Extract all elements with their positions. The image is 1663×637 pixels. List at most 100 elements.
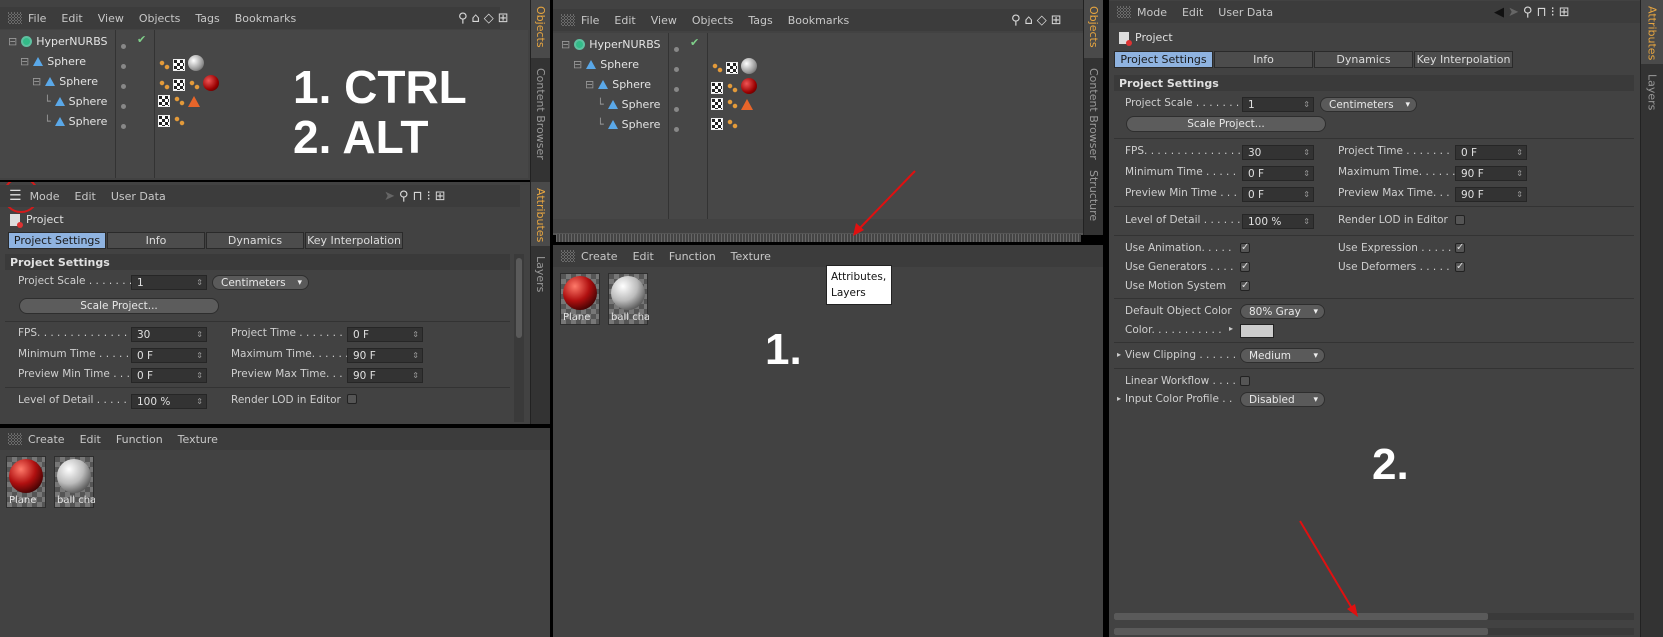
- menu-function[interactable]: Function: [116, 433, 163, 446]
- texture-tag-icon[interactable]: [726, 62, 738, 74]
- menu-edit[interactable]: Edit: [614, 14, 635, 27]
- fps-field[interactable]: 30: [131, 327, 207, 342]
- material-swatch[interactable]: ball cha: [54, 456, 95, 508]
- cone-tag-icon[interactable]: [741, 99, 753, 110]
- tab-content-browser[interactable]: Content Browser: [531, 62, 550, 162]
- settings-icon[interactable]: ⁝: [427, 189, 431, 204]
- menu-texture[interactable]: Texture: [178, 433, 218, 446]
- preview-max-field[interactable]: 90 F: [1455, 187, 1527, 202]
- new-window-icon[interactable]: ⊞: [498, 11, 509, 26]
- menu-function[interactable]: Function: [669, 250, 716, 263]
- min-time-field[interactable]: 0 F: [1242, 166, 1314, 181]
- material-tag-icon[interactable]: [741, 58, 757, 74]
- project-scale-field[interactable]: 1: [1242, 97, 1314, 112]
- phong-tag-icon[interactable]: [726, 82, 738, 94]
- menu-objects[interactable]: Objects: [139, 12, 181, 25]
- object-row[interactable]: └ Sphere: [553, 95, 1083, 114]
- tab-layers[interactable]: Layers: [531, 250, 550, 300]
- project-time-field[interactable]: 0 F: [1455, 145, 1527, 160]
- use-generators-checkbox[interactable]: ✓: [1240, 262, 1250, 272]
- object-row[interactable]: ⊟ Sphere: [553, 75, 1083, 94]
- menu-objects[interactable]: Objects: [692, 14, 734, 27]
- grip-icon[interactable]: [8, 12, 22, 24]
- menu-user-data[interactable]: User Data: [1218, 6, 1273, 19]
- material-tag-icon[interactable]: [203, 75, 219, 91]
- project-time-field[interactable]: 0 F: [347, 327, 423, 342]
- tab-key-interpolation[interactable]: Key Interpolation: [1414, 51, 1513, 68]
- texture-tag-icon[interactable]: [711, 82, 723, 94]
- search-icon[interactable]: ⚲: [458, 11, 468, 26]
- menu-tags[interactable]: Tags: [748, 14, 772, 27]
- project-scale-unit-dropdown[interactable]: Centimeters: [212, 275, 309, 290]
- new-window-icon[interactable]: ⊞: [435, 189, 446, 204]
- search-icon[interactable]: ⚲: [1011, 13, 1021, 28]
- phong-tag-icon[interactable]: [173, 95, 185, 107]
- tab-dynamics[interactable]: Dynamics: [1314, 51, 1413, 68]
- forward-arrow-icon[interactable]: ➤: [1508, 5, 1519, 20]
- view-clipping-dropdown[interactable]: Medium: [1240, 348, 1325, 363]
- material-tag-icon[interactable]: [188, 55, 204, 71]
- menu-bookmarks[interactable]: Bookmarks: [235, 12, 296, 25]
- phong-tag-icon[interactable]: [188, 79, 200, 91]
- home-icon[interactable]: ⌂: [472, 11, 480, 26]
- view-clipping-expand-icon[interactable]: ▸: [1117, 350, 1121, 359]
- search-icon[interactable]: ⚲: [1523, 5, 1533, 20]
- menu-view[interactable]: View: [651, 14, 677, 27]
- back-arrow-icon[interactable]: ➤: [384, 189, 395, 204]
- tab-key-interpolation[interactable]: Key Interpolation: [305, 232, 403, 249]
- texture-tag-icon[interactable]: [173, 79, 185, 91]
- min-time-field[interactable]: 0 F: [131, 348, 207, 363]
- tab-layers[interactable]: Layers: [1641, 68, 1663, 118]
- tab-dynamics[interactable]: Dynamics: [206, 232, 304, 249]
- texture-tag-icon[interactable]: [711, 98, 723, 110]
- texture-tag-icon[interactable]: [158, 95, 170, 107]
- render-lod-checkbox[interactable]: [1455, 215, 1465, 225]
- enabled-check-icon[interactable]: ✔: [690, 36, 699, 49]
- home-icon[interactable]: ⌂: [1025, 13, 1033, 28]
- eye-icon[interactable]: ◇: [1037, 13, 1047, 28]
- grip-icon[interactable]: [561, 250, 575, 262]
- preview-max-field[interactable]: 90 F: [347, 368, 423, 383]
- panel-splitter-handle[interactable]: [556, 234, 1081, 242]
- max-time-field[interactable]: 90 F: [347, 348, 423, 363]
- lod-field[interactable]: 100 %: [1242, 214, 1314, 229]
- phong-tag-icon[interactable]: [711, 62, 723, 74]
- attribute-scrollbar[interactable]: [514, 254, 524, 422]
- menu-bookmarks[interactable]: Bookmarks: [788, 14, 849, 27]
- menu-edit[interactable]: Edit: [1182, 6, 1203, 19]
- material-tag-icon[interactable]: [741, 78, 757, 94]
- new-window-icon[interactable]: ⊞: [1559, 5, 1570, 20]
- menu-tags[interactable]: Tags: [195, 12, 219, 25]
- object-row[interactable]: ⊟ Sphere: [553, 55, 1083, 74]
- lock-icon[interactable]: ⊓: [1536, 5, 1546, 20]
- grip-icon[interactable]: [1117, 6, 1131, 18]
- lock-icon[interactable]: ⊓: [412, 189, 422, 204]
- tab-project-settings[interactable]: Project Settings: [8, 232, 106, 249]
- scale-project-button[interactable]: Scale Project...: [1126, 116, 1326, 132]
- menu-create[interactable]: Create: [581, 250, 618, 263]
- object-row[interactable]: └ Sphere: [0, 112, 528, 131]
- new-window-icon[interactable]: ⊞: [1051, 13, 1062, 28]
- bottom-scrollbar[interactable]: [1114, 628, 1634, 635]
- menu-view[interactable]: View: [98, 12, 124, 25]
- menu-create[interactable]: Create: [28, 433, 65, 446]
- object-row[interactable]: └ Sphere: [553, 115, 1083, 134]
- settings-icon[interactable]: ⁝: [1551, 5, 1555, 20]
- scale-project-button[interactable]: Scale Project...: [19, 298, 219, 314]
- horizontal-scrollbar[interactable]: [1114, 613, 1634, 620]
- project-scale-field[interactable]: 1: [131, 275, 207, 290]
- hamburger-menu-icon[interactable]: ☰: [9, 188, 22, 204]
- back-arrow-icon[interactable]: ◀: [1494, 5, 1504, 20]
- menu-file[interactable]: File: [28, 12, 46, 25]
- search-icon[interactable]: ⚲: [399, 189, 409, 204]
- texture-tag-icon[interactable]: [158, 115, 170, 127]
- tab-info[interactable]: Info: [1214, 51, 1313, 68]
- tab-project-settings[interactable]: Project Settings: [1114, 51, 1213, 68]
- phong-tag-icon[interactable]: [726, 118, 738, 130]
- texture-tag-icon[interactable]: [173, 59, 185, 71]
- menu-edit[interactable]: Edit: [75, 190, 96, 203]
- default-color-dropdown[interactable]: 80% Gray: [1240, 304, 1325, 319]
- color-expand-icon[interactable]: ▸: [1229, 324, 1233, 333]
- project-scale-unit-dropdown[interactable]: Centimeters: [1320, 97, 1417, 112]
- menu-user-data[interactable]: User Data: [111, 190, 166, 203]
